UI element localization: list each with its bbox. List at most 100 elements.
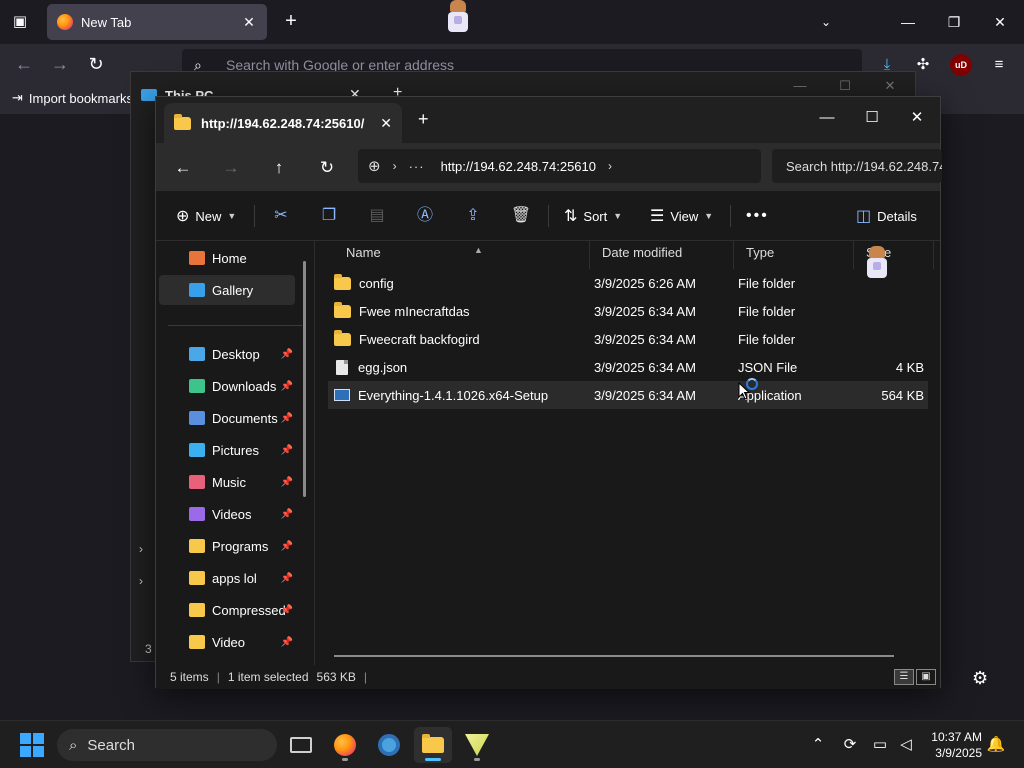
firefox-tab-new-tab[interactable]: New Tab ✕: [47, 4, 267, 40]
search-input[interactable]: Search http://194.62.248.74:25610: [772, 149, 942, 183]
rename-icon[interactable]: Ⓐ: [412, 203, 438, 229]
bg-close-icon[interactable]: ✕: [875, 78, 905, 94]
column-header-type[interactable]: Type: [734, 241, 854, 269]
nav-item-programs[interactable]: Programs 📌: [159, 531, 295, 561]
divider: [548, 205, 549, 227]
import-bookmarks-button[interactable]: ⇥ Import bookmarks: [12, 90, 133, 106]
new-tab-icon[interactable]: +: [418, 109, 429, 130]
reload-icon[interactable]: ↻: [84, 52, 108, 76]
close-tab-icon[interactable]: ✕: [380, 115, 392, 132]
app-taskbar-button[interactable]: [458, 727, 496, 763]
horizontal-scrollbar[interactable]: [334, 655, 894, 657]
copy-icon[interactable]: ❐: [316, 203, 342, 229]
nav-item-label: Videos: [212, 506, 252, 522]
minimize-button[interactable]: —: [892, 6, 924, 38]
ublock-origin-icon[interactable]: uD: [950, 54, 972, 76]
chevron-up-icon[interactable]: ⌃: [808, 735, 828, 753]
table-row[interactable]: Everything-1.4.1.1026.x64-Setup 3/9/2025 …: [328, 381, 928, 409]
forward-arrow-icon[interactable]: →: [218, 155, 244, 181]
chevron-right-icon[interactable]: ›: [393, 159, 397, 173]
details-label: Details: [877, 208, 917, 224]
column-header-name[interactable]: ▲ Name: [334, 241, 590, 269]
nav-item-video[interactable]: Video 📌: [159, 627, 295, 657]
nav-item-music[interactable]: Music 📌: [159, 467, 295, 497]
nav-item-documents[interactable]: Documents 📌: [159, 403, 295, 433]
pin-icon: 📌: [280, 380, 293, 392]
firefox-view-icon[interactable]: ▣: [8, 10, 32, 34]
nav-item-desktop[interactable]: Desktop 📌: [159, 339, 295, 369]
menu-hamburger-icon[interactable]: ≡: [988, 54, 1010, 76]
nav-scrollbar[interactable]: [303, 261, 306, 497]
firefox-taskbar-button[interactable]: [326, 727, 364, 763]
sort-button[interactable]: ⇅ Sort ▼: [564, 203, 622, 229]
column-header-type-label: Type: [746, 245, 775, 260]
restore-button[interactable]: ❐: [938, 6, 970, 38]
forward-arrow-icon[interactable]: →: [48, 52, 72, 76]
network-icon[interactable]: ▭: [870, 735, 890, 753]
more-locations-icon[interactable]: ···: [409, 159, 425, 174]
sync-icon[interactable]: ⟳: [840, 735, 860, 753]
new-tab-button[interactable]: +: [280, 10, 302, 34]
taskbar-search-label: Search: [87, 736, 135, 754]
more-options-icon[interactable]: •••: [746, 203, 769, 229]
bg-expand-chevron-icon[interactable]: ›: [139, 542, 143, 556]
chrome-taskbar-button[interactable]: [370, 727, 408, 763]
address-path[interactable]: http://194.62.248.74:25610: [441, 159, 596, 174]
close-window-button[interactable]: ✕: [984, 6, 1016, 38]
start-button[interactable]: [20, 733, 44, 757]
details-view-icon[interactable]: ☰: [894, 669, 914, 685]
gear-icon[interactable]: ⚙: [972, 668, 988, 689]
list-all-tabs-icon[interactable]: ⌄: [815, 10, 837, 34]
column-header-date[interactable]: Date modified: [590, 241, 734, 269]
chevron-right-icon[interactable]: ›: [608, 159, 612, 173]
nav-item-gallery[interactable]: Gallery: [159, 275, 295, 305]
details-pane-icon: ◫: [856, 208, 872, 225]
table-row[interactable]: Fwee mInecraftdas 3/9/2025 6:34 AM File fo…: [328, 297, 928, 325]
clock[interactable]: 10:37 AM 3/9/2025: [928, 729, 982, 761]
bg-maximize-icon[interactable]: ☐: [830, 78, 860, 94]
minimize-button[interactable]: —: [804, 103, 850, 133]
divider: [254, 205, 255, 227]
file-name: Fwee mInecraftdas: [359, 303, 470, 319]
notification-bell-icon[interactable]: 🔔: [986, 735, 1006, 753]
task-view-button[interactable]: [282, 727, 320, 763]
back-arrow-icon[interactable]: ←: [170, 155, 196, 181]
address-box[interactable]: ⊕ › ··· http://194.62.248.74:25610 ›: [358, 149, 761, 183]
file-name: egg.json: [358, 359, 408, 375]
nav-item-compressed[interactable]: Compressed 📌: [159, 595, 295, 625]
new-button[interactable]: ⊕ New ▼: [176, 203, 236, 229]
file-date: 3/9/2025 6:34 AM: [594, 303, 696, 319]
cut-icon[interactable]: ✂: [268, 203, 294, 229]
volume-muted-icon[interactable]: ◁: [896, 735, 916, 753]
close-window-button[interactable]: ✕: [894, 103, 940, 133]
pin-icon: 📌: [280, 508, 293, 520]
explorer-tab[interactable]: http://194.62.248.74:25610/ ✕: [164, 103, 402, 143]
nav-item-videos[interactable]: Videos 📌: [159, 499, 295, 529]
table-row[interactable]: egg.json 3/9/2025 6:34 AM JSON File 4 KB: [328, 353, 928, 381]
paste-icon[interactable]: ▤: [364, 203, 390, 229]
up-arrow-icon[interactable]: ↑: [266, 155, 292, 181]
nav-item-downloads[interactable]: Downloads 📌: [159, 371, 295, 401]
table-row[interactable]: Fweecraft backfogird 3/9/2025 6:34 AM File…: [328, 325, 928, 353]
maximize-button[interactable]: ☐: [849, 103, 895, 133]
pixel-character-sprite: [864, 246, 890, 280]
close-tab-icon[interactable]: ✕: [241, 14, 257, 31]
details-button[interactable]: ◫ Details: [856, 203, 917, 229]
chevron-down-icon: ▼: [704, 211, 714, 221]
pane-divider: [314, 241, 315, 665]
pin-icon: 📌: [280, 444, 293, 456]
table-row[interactable]: config 3/9/2025 6:26 AM File folder: [328, 269, 928, 297]
nav-item-home[interactable]: Home: [159, 243, 295, 273]
bg-minimize-icon[interactable]: —: [785, 78, 815, 93]
refresh-icon[interactable]: ↻: [314, 155, 340, 181]
view-button[interactable]: ☰ View ▼: [650, 203, 713, 229]
back-arrow-icon[interactable]: ←: [12, 52, 36, 76]
nav-item-apps-lol[interactable]: apps lol 📌: [159, 563, 295, 593]
share-icon[interactable]: ⇪: [460, 203, 486, 229]
nav-item-pictures[interactable]: Pictures 📌: [159, 435, 295, 465]
delete-icon[interactable]: 🗑: [508, 203, 534, 229]
taskbar-search[interactable]: ⌕ Search: [57, 729, 277, 761]
file-explorer-taskbar-button[interactable]: [414, 727, 452, 763]
bg-expand-chevron-icon[interactable]: ›: [139, 574, 143, 588]
tiles-view-icon[interactable]: ▣: [916, 669, 936, 685]
